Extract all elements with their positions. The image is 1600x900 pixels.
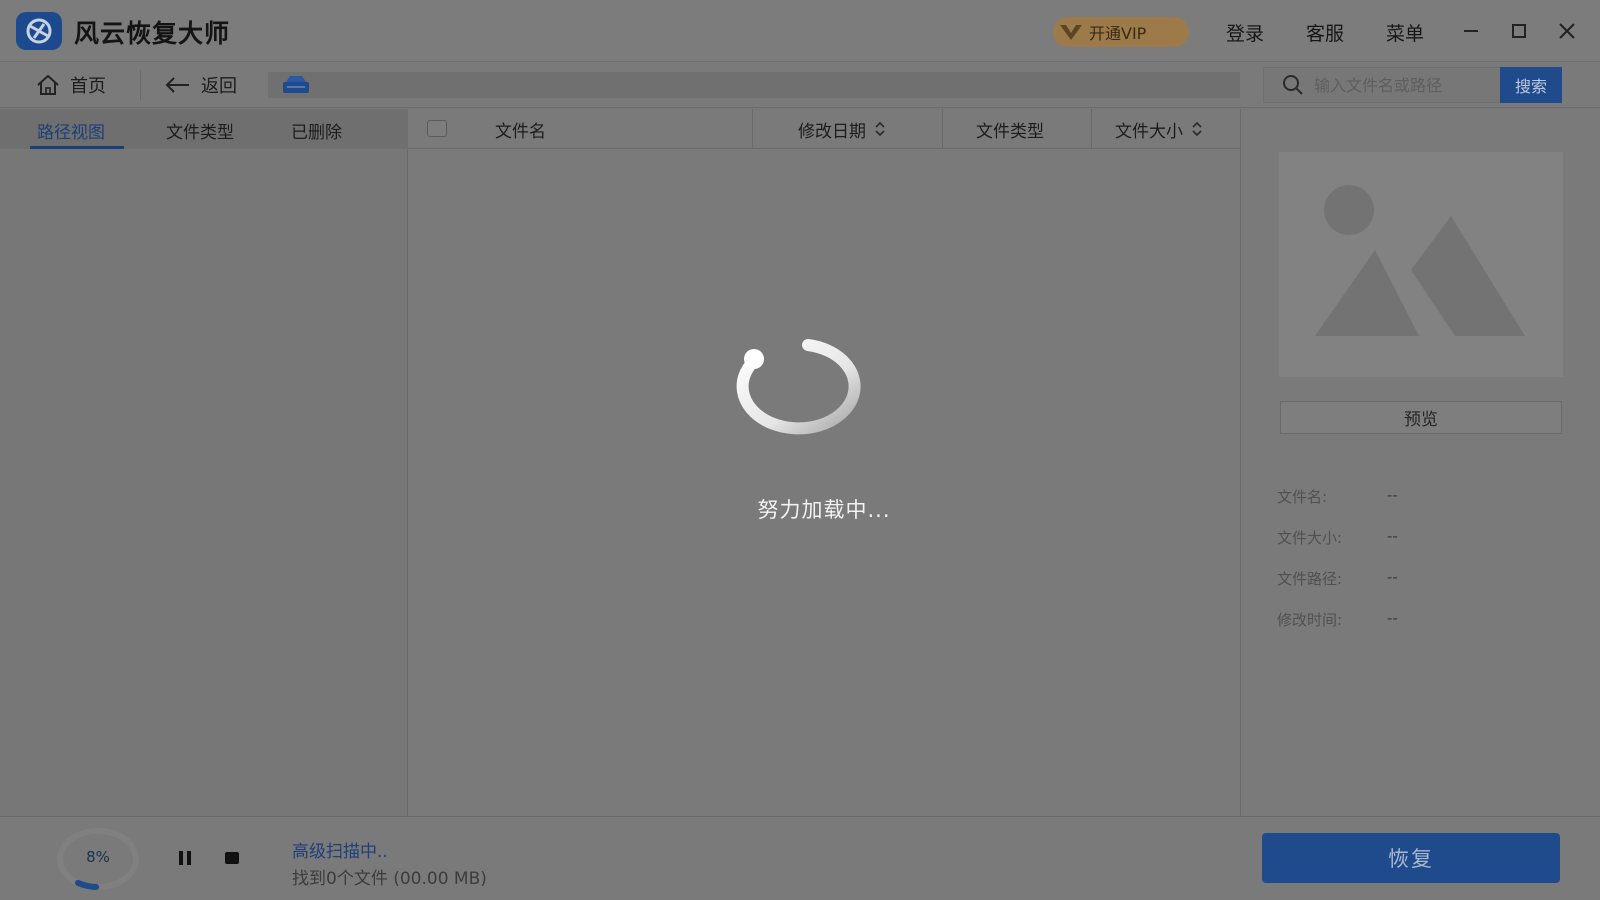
file-name-label: 文件名:	[1277, 488, 1328, 506]
minimize-button[interactable]	[1456, 16, 1486, 46]
image-placeholder-icon	[1279, 152, 1563, 377]
vip-button[interactable]: 开通VIP	[1053, 17, 1189, 47]
maximize-button[interactable]	[1504, 16, 1534, 46]
app-logo-icon	[16, 12, 62, 50]
file-list-area: 努力加载中...	[408, 149, 1240, 816]
close-icon	[1559, 23, 1575, 39]
modified-time-value: --	[1387, 609, 1398, 627]
home-label: 首页	[70, 76, 106, 97]
recover-button[interactable]: 恢复	[1262, 833, 1560, 883]
column-divider	[942, 109, 943, 149]
close-button[interactable]	[1552, 16, 1582, 46]
drive-icon	[283, 76, 309, 93]
stop-icon	[225, 852, 239, 864]
tab-path-view[interactable]: 路径视图	[37, 118, 105, 143]
maximize-icon	[1512, 24, 1526, 38]
loading-spinner-icon	[736, 339, 861, 435]
select-all-checkbox[interactable]	[427, 120, 447, 137]
column-file-name-label: 文件名	[495, 121, 546, 142]
progress-percent: 8%	[86, 848, 110, 866]
home-button[interactable]: 首页	[36, 72, 106, 98]
back-arrow-icon	[165, 77, 189, 93]
file-path-value: --	[1387, 568, 1398, 586]
loading-text: 努力加载中...	[757, 498, 891, 522]
column-file-type[interactable]: 文件类型	[976, 109, 1044, 149]
nav-divider	[140, 70, 141, 100]
scan-status-text: 高级扫描中..	[292, 842, 388, 862]
back-button[interactable]: 返回	[165, 72, 237, 98]
modified-time-label: 修改时间:	[1277, 611, 1343, 629]
file-table-header: 文件名 修改日期 文件类型 文件大小	[408, 109, 1240, 149]
preview-panel: 预览 文件名: -- 文件大小: -- 文件路径: -- 修改时间: --	[1240, 109, 1600, 816]
app-title: 风云恢复大师	[74, 19, 231, 48]
sort-icon	[875, 121, 885, 137]
file-size-value: --	[1387, 527, 1398, 545]
column-divider	[1091, 109, 1092, 149]
path-bar[interactable]	[268, 72, 1240, 98]
support-button[interactable]: 客服	[1306, 19, 1344, 46]
menu-button[interactable]: 菜单	[1386, 19, 1424, 46]
column-file-size[interactable]: 文件大小	[1115, 109, 1203, 149]
home-icon	[37, 74, 59, 95]
search-button[interactable]: 搜索	[1500, 67, 1562, 103]
view-tabs: 路径视图 文件类型 已删除	[0, 109, 408, 149]
column-divider	[752, 109, 753, 149]
search-input[interactable]	[1312, 74, 1492, 96]
search-icon	[1283, 75, 1303, 95]
file-name-value: --	[1387, 486, 1398, 504]
files-found-text: 找到0个文件 (00.00 MB)	[292, 869, 487, 889]
vip-label: 开通VIP	[1089, 24, 1147, 43]
title-bar: 风云恢复大师 开通VIP 登录 客服 菜单	[0, 0, 1600, 62]
file-size-label: 文件大小:	[1277, 529, 1343, 547]
sort-icon	[1192, 121, 1202, 137]
column-file-type-label: 文件类型	[976, 121, 1044, 142]
file-path-label: 文件路径:	[1277, 570, 1343, 588]
search-box	[1263, 67, 1501, 103]
folder-tree-panel	[0, 149, 408, 816]
vip-crown-icon	[1053, 17, 1089, 47]
column-modified-date[interactable]: 修改日期	[798, 109, 886, 149]
stop-button[interactable]	[223, 849, 241, 871]
column-file-size-label: 文件大小	[1115, 121, 1183, 142]
preview-button[interactable]: 预览	[1280, 401, 1562, 434]
column-file-name[interactable]: 文件名	[495, 109, 546, 149]
column-modified-date-label: 修改日期	[798, 121, 866, 142]
pause-icon	[179, 851, 191, 865]
status-bar: 8% 高级扫描中.. 找到0个文件 (00.00 MB) 恢复	[0, 816, 1600, 900]
tab-file-type[interactable]: 文件类型	[166, 118, 234, 143]
minimize-icon	[1464, 30, 1478, 32]
login-button[interactable]: 登录	[1226, 19, 1264, 46]
pause-button[interactable]	[176, 849, 194, 871]
back-label: 返回	[201, 76, 237, 97]
nav-bar: 首页 返回 搜索	[0, 62, 1600, 108]
tab-deleted[interactable]: 已删除	[291, 118, 342, 143]
